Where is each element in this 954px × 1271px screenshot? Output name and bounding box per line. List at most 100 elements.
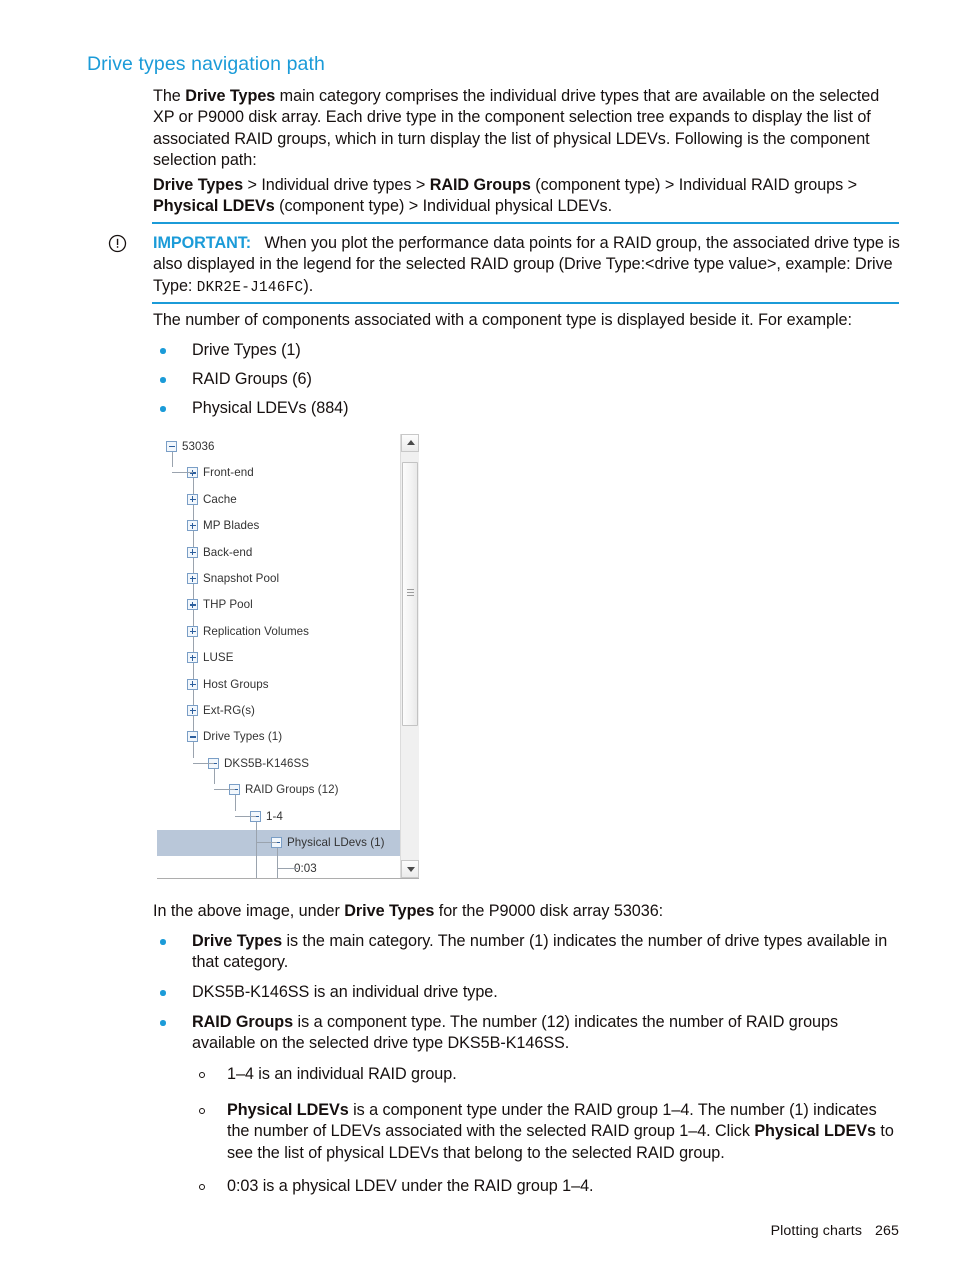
path-segment-6: (component type) > Individual physical L… bbox=[274, 197, 613, 216]
sub-list-item-label: 1–4 is an individual RAID group. bbox=[227, 1065, 457, 1083]
list-item: DKS5B-K146SS is an individual drive type… bbox=[160, 982, 902, 1003]
path-segment-physical-ldevs: Physical LDEVs bbox=[153, 197, 275, 216]
document-page: Drive types navigation path The Drive Ty… bbox=[0, 0, 954, 1271]
tree-connector-line bbox=[192, 531, 194, 547]
count-intro-paragraph: The number of components associated with… bbox=[153, 311, 852, 329]
bullet-circle-icon bbox=[199, 1072, 205, 1078]
tree-expand-plus-icon[interactable] bbox=[187, 599, 198, 611]
important-note: IMPORTANT: When you plot the performance… bbox=[153, 233, 901, 299]
tree-node[interactable]: RAID Groups (12) bbox=[157, 777, 400, 803]
sub-list-item: 1–4 is an individual RAID group. bbox=[197, 1064, 902, 1085]
list-item: Physical LDEVs (884) bbox=[160, 398, 760, 419]
page-footer: Plotting charts 265 bbox=[771, 1223, 899, 1239]
list-item-label: Drive Types is the main category. The nu… bbox=[192, 931, 902, 974]
scroll-up-arrow-icon bbox=[407, 440, 415, 445]
path-segment-2: > Individual drive types > bbox=[243, 176, 430, 194]
tree-node-label: LUSE bbox=[203, 651, 234, 665]
tree-expand-plus-icon[interactable] bbox=[187, 625, 198, 637]
list-item-label: Physical LDEVs (884) bbox=[192, 399, 349, 417]
tree-connector-line bbox=[192, 584, 194, 600]
scroll-down-button[interactable] bbox=[401, 860, 419, 878]
tree-node-label: DKS5B-K146SS bbox=[224, 756, 310, 770]
explain-intro-a: In the above image, under bbox=[153, 902, 345, 920]
sub-list-item-bold-b: Physical LDEVs bbox=[754, 1122, 876, 1141]
tree-node-label: 53036 bbox=[182, 440, 215, 453]
tree-expand-plus-icon[interactable] bbox=[187, 520, 198, 532]
tree-connector-line bbox=[192, 478, 194, 494]
path-segment-drive-types: Drive Types bbox=[153, 176, 244, 194]
tree-expand-plus-icon[interactable] bbox=[187, 493, 198, 505]
tree-node-label: Cache bbox=[203, 492, 237, 506]
tree-connector-line bbox=[192, 716, 194, 732]
tree-collapse-minus-icon[interactable] bbox=[166, 441, 177, 452]
tree-connector-line bbox=[192, 504, 194, 521]
footer-chapter: Plotting charts bbox=[770, 1223, 863, 1239]
tree-node[interactable]: 53036 bbox=[157, 434, 400, 460]
important-text-after: ). bbox=[303, 276, 314, 295]
list-item-bold: RAID Groups bbox=[192, 1013, 294, 1031]
important-rule-top bbox=[152, 222, 899, 224]
list-item: RAID Groups (6) bbox=[160, 369, 760, 390]
list-item: RAID Groups is a component type. The num… bbox=[160, 1012, 902, 1055]
explain-intro-b: for the P9000 disk array 53036: bbox=[434, 902, 664, 920]
list-item-bold: Drive Types bbox=[192, 932, 283, 950]
tree-node-label: Ext-RG(s) bbox=[203, 704, 255, 717]
bullet-dot-icon bbox=[160, 377, 166, 383]
intro-prefix: The bbox=[153, 87, 186, 105]
scrollbar-grip-icon bbox=[407, 589, 414, 598]
sub-list-item-bold-a: Physical LDEVs bbox=[227, 1101, 349, 1119]
sub-list-item-label: 0:03 is a physical LDEV under the RAID g… bbox=[227, 1177, 594, 1195]
tree-node[interactable]: 1-4 bbox=[157, 804, 400, 830]
bullet-circle-icon bbox=[199, 1184, 205, 1190]
bullet-dot-icon bbox=[160, 939, 166, 945]
bullet-dot-icon bbox=[160, 406, 166, 412]
tree-connector-line bbox=[213, 789, 235, 791]
tree-connector-line bbox=[276, 848, 278, 878]
list-item-label: RAID Groups (6) bbox=[192, 370, 312, 388]
tree-node-label: 1-4 bbox=[266, 809, 283, 823]
tree-connector-line bbox=[234, 815, 256, 817]
tree-connector-line bbox=[192, 557, 194, 573]
tree-node-label: Back-end bbox=[203, 545, 253, 559]
tree-vertical-scrollbar[interactable] bbox=[400, 434, 419, 878]
selection-path: Drive Types > Individual drive types > R… bbox=[153, 175, 901, 218]
scroll-down-arrow-icon bbox=[407, 867, 415, 872]
list-item: Drive Types is the main category. The nu… bbox=[160, 931, 902, 974]
tree-node[interactable]: 0:03 bbox=[157, 856, 400, 878]
bullet-circle-icon bbox=[199, 1108, 205, 1114]
tree-connector-line bbox=[255, 842, 277, 843]
tree-node-label: Drive Types (1) bbox=[203, 730, 283, 744]
list-item-label: DKS5B-K146SS is an individual drive type… bbox=[192, 983, 498, 1001]
footer-page-number: 265 bbox=[875, 1223, 899, 1239]
path-segment-4: (component type) > Individual RAID group… bbox=[530, 176, 858, 194]
tree-connector-line bbox=[255, 821, 257, 878]
sub-list-item: Physical LDEVs is a component type under… bbox=[197, 1100, 902, 1164]
tree-expand-plus-icon[interactable] bbox=[187, 705, 198, 716]
tree-node-label: THP Pool bbox=[203, 598, 253, 612]
explanation-intro: In the above image, under Drive Types fo… bbox=[153, 901, 901, 922]
tree-expand-plus-icon[interactable] bbox=[187, 652, 198, 664]
tree-connector-line bbox=[192, 689, 194, 705]
tree-node-label: Snapshot Pool bbox=[203, 572, 280, 585]
bullet-dot-icon bbox=[160, 348, 166, 354]
sub-list-item-label: Physical LDEVs is a component type under… bbox=[227, 1100, 902, 1164]
tree-expand-plus-icon[interactable] bbox=[187, 546, 198, 558]
list-item-text: is the main category. The number (1) ind… bbox=[192, 932, 888, 972]
bullet-dot-icon bbox=[160, 1020, 166, 1026]
tree-connector-line bbox=[192, 636, 194, 653]
tree-connector-line bbox=[192, 762, 214, 764]
tree-connector-line bbox=[234, 795, 236, 811]
scroll-up-button[interactable] bbox=[401, 434, 419, 452]
tree-expand-plus-icon[interactable] bbox=[187, 573, 198, 584]
scrollbar-thumb[interactable] bbox=[402, 462, 418, 726]
tree-node-label: Host Groups bbox=[203, 677, 269, 691]
tree-node[interactable]: Physical LDevs (1) bbox=[157, 830, 400, 857]
tree-connector-line bbox=[171, 452, 173, 468]
tree-connector-line bbox=[192, 610, 194, 626]
list-item: Drive Types (1) bbox=[160, 340, 760, 361]
tree-collapse-minus-icon[interactable] bbox=[187, 731, 198, 743]
tree-expand-plus-icon[interactable] bbox=[187, 678, 198, 690]
tree-connector-line bbox=[192, 663, 194, 679]
tree-node-label: MP Blades bbox=[203, 519, 260, 533]
tree-viewport[interactable]: 53036 Front-end Cache MP Blades Back-end Snap… bbox=[157, 434, 400, 878]
